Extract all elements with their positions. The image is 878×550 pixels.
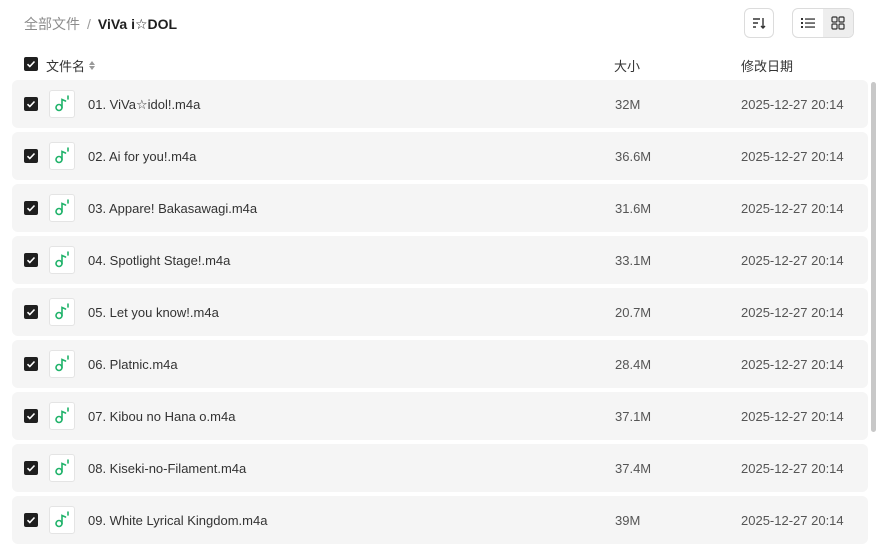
file-row[interactable]: 06. Platnic.m4a 28.4M 2025-12-27 20:14 [12, 340, 868, 388]
file-size: 37.1M [615, 409, 652, 424]
view-toggle [792, 8, 854, 38]
audio-file-icon [49, 402, 75, 430]
row-checkbox[interactable] [24, 97, 38, 111]
audio-file-icon [49, 90, 75, 118]
file-name[interactable]: 01. ViVa☆idol!.m4a [88, 97, 200, 113]
breadcrumb-current: ViVa i☆DOL [97, 15, 178, 32]
audio-file-icon [49, 298, 75, 326]
file-date: 2025-12-27 20:14 [741, 305, 844, 320]
file-name[interactable]: 02. Ai for you!.m4a [88, 149, 196, 164]
audio-file-icon [49, 246, 75, 274]
file-date: 2025-12-27 20:14 [741, 461, 844, 476]
file-row[interactable]: 09. White Lyrical Kingdom.m4a 39M 2025-1… [12, 496, 868, 544]
file-size: 28.4M [615, 357, 652, 372]
breadcrumb-separator: / [87, 16, 91, 32]
select-all-checkbox[interactable] [24, 57, 38, 71]
checkbox-checked-icon [26, 464, 36, 472]
audio-file-icon [49, 142, 75, 170]
file-size: 31.6M [615, 201, 652, 216]
vertical-scrollbar[interactable] [871, 82, 876, 432]
row-checkbox[interactable] [24, 461, 38, 475]
checkbox-checked-icon [26, 308, 36, 316]
audio-file-icon [49, 194, 75, 222]
checkbox-checked-icon [26, 152, 36, 160]
file-size: 20.7M [615, 305, 652, 320]
grid-view-button[interactable] [823, 9, 853, 37]
file-row[interactable]: 05. Let you know!.m4a 20.7M 2025-12-27 2… [12, 288, 868, 336]
table-header: 文件名 大小 修改日期 [0, 54, 878, 74]
column-header-name[interactable]: 文件名 [46, 56, 96, 75]
file-date: 2025-12-27 20:14 [741, 149, 844, 164]
audio-file-icon [49, 506, 75, 534]
file-size: 37.4M [615, 461, 652, 476]
sort-icon [753, 18, 766, 29]
breadcrumb: 全部文件 / ViVa i☆DOL [24, 14, 177, 34]
column-header-date: 修改日期 [741, 59, 794, 74]
file-name[interactable]: 05. Let you know!.m4a [88, 305, 219, 320]
file-date: 2025-12-27 20:14 [741, 513, 844, 528]
file-name[interactable]: 06. Platnic.m4a [88, 357, 178, 372]
file-size: 32M [615, 97, 641, 112]
checkbox-checked-icon [26, 360, 36, 368]
audio-file-icon [49, 454, 75, 482]
file-date: 2025-12-27 20:14 [741, 97, 844, 112]
file-size: 36.6M [615, 149, 652, 164]
row-checkbox[interactable] [24, 409, 38, 423]
file-date: 2025-12-27 20:14 [741, 409, 844, 424]
row-checkbox[interactable] [24, 357, 38, 371]
file-size: 33.1M [615, 253, 652, 268]
file-name[interactable]: 09. White Lyrical Kingdom.m4a [88, 513, 267, 528]
row-checkbox[interactable] [24, 149, 38, 163]
row-checkbox[interactable] [24, 201, 38, 215]
file-name[interactable]: 04. Spotlight Stage!.m4a [88, 253, 230, 268]
row-checkbox[interactable] [24, 305, 38, 319]
list-view-icon [801, 18, 815, 28]
checkbox-checked-icon [26, 204, 36, 212]
file-row[interactable]: 07. Kibou no Hana o.m4a 37.1M 2025-12-27… [12, 392, 868, 440]
file-row[interactable]: 03. Appare! Bakasawagi.m4a 31.6M 2025-12… [12, 184, 868, 232]
row-checkbox[interactable] [24, 513, 38, 527]
column-header-size: 大小 [614, 59, 641, 74]
checkbox-checked-icon [26, 60, 36, 68]
file-row[interactable]: 01. ViVa☆idol!.m4a 32M 2025-12-27 20:14 [12, 80, 868, 128]
sort-arrows-icon[interactable] [89, 61, 96, 70]
checkbox-checked-icon [26, 256, 36, 264]
file-date: 2025-12-27 20:14 [741, 201, 844, 216]
sort-button[interactable] [744, 8, 774, 38]
checkbox-checked-icon [26, 516, 36, 524]
audio-file-icon [49, 350, 75, 378]
row-checkbox[interactable] [24, 253, 38, 267]
file-row[interactable]: 08. Kiseki-no-Filament.m4a 37.4M 2025-12… [12, 444, 868, 492]
file-name[interactable]: 07. Kibou no Hana o.m4a [88, 409, 235, 424]
file-name[interactable]: 03. Appare! Bakasawagi.m4a [88, 201, 257, 216]
file-date: 2025-12-27 20:14 [741, 253, 844, 268]
file-size: 39M [615, 513, 641, 528]
checkbox-checked-icon [26, 100, 36, 108]
checkbox-checked-icon [26, 412, 36, 420]
file-date: 2025-12-27 20:14 [741, 357, 844, 372]
list-view-button[interactable] [793, 9, 823, 37]
file-row[interactable]: 02. Ai for you!.m4a 36.6M 2025-12-27 20:… [12, 132, 868, 180]
grid-view-icon [831, 16, 845, 30]
breadcrumb-root-link[interactable]: 全部文件 [24, 14, 80, 34]
column-header-name-label: 文件名 [46, 59, 86, 74]
file-row[interactable]: 04. Spotlight Stage!.m4a 33.1M 2025-12-2… [12, 236, 868, 284]
file-name[interactable]: 08. Kiseki-no-Filament.m4a [88, 461, 246, 476]
